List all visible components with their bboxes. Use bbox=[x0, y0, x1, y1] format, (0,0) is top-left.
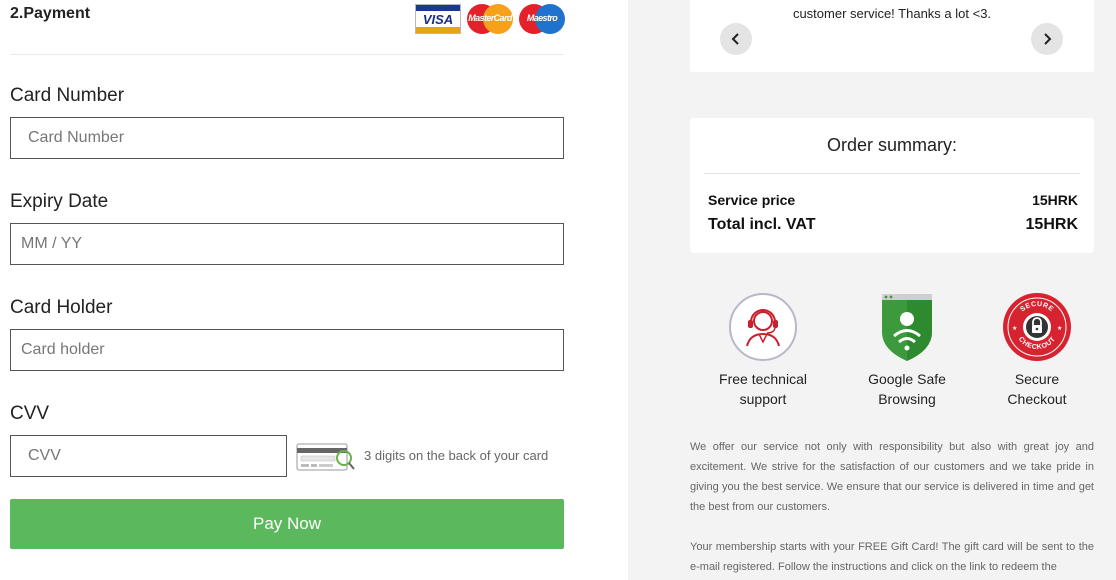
summary-row-value: 15HRK bbox=[1025, 216, 1078, 233]
summary-row-value: 15HRK bbox=[1032, 192, 1078, 208]
badge-free-support: Free technical support bbox=[698, 292, 828, 409]
info-paragraph: Your membership starts with your FREE Gi… bbox=[690, 541, 1094, 573]
cvv-input[interactable] bbox=[10, 435, 287, 477]
summary-row-label: Total incl. VAT bbox=[708, 216, 816, 233]
chevron-left-icon bbox=[731, 33, 739, 45]
summary-row-service-price: Service price 15HRK bbox=[708, 192, 1078, 208]
order-summary-title: Order summary: bbox=[826, 135, 958, 155]
divider bbox=[704, 173, 1080, 174]
chevron-right-icon bbox=[1044, 33, 1052, 45]
maestro-logo-icon: Maestro bbox=[519, 4, 565, 34]
badge-label: Free technical support bbox=[719, 371, 807, 407]
mastercard-logo-icon: MasterCard bbox=[467, 4, 513, 34]
card-number-input[interactable] bbox=[10, 117, 564, 159]
card-holder-label: Card Holder bbox=[10, 297, 113, 318]
headset-support-icon bbox=[729, 293, 797, 361]
svg-text:★: ★ bbox=[1057, 325, 1062, 332]
summary-row-total: Total incl. VAT 15HRK bbox=[708, 216, 1078, 234]
badge-secure-checkout: SECURE CHECKOUT ★ ★ Secure Checkout bbox=[972, 292, 1102, 409]
badge-label: Secure Checkout bbox=[1007, 371, 1067, 407]
testimonial-next-button[interactable] bbox=[1031, 23, 1063, 55]
badge-google-safe-browsing: Google Safe Browsing bbox=[842, 292, 972, 409]
testimonial-prev-button[interactable] bbox=[720, 23, 752, 55]
cvv-label: CVV bbox=[10, 403, 50, 424]
visa-logo-icon: VISA bbox=[415, 4, 461, 34]
shield-wifi-icon bbox=[882, 294, 932, 361]
section-title: 2.Payment bbox=[10, 5, 91, 22]
sidebar: customer service! Thanks a lot <3. Order… bbox=[628, 0, 1116, 580]
expiry-date-input[interactable] bbox=[10, 223, 564, 265]
card-number-label: Card Number bbox=[10, 85, 125, 106]
trust-badges: Free technical support Google Safe Brows… bbox=[690, 292, 1094, 412]
payment-panel: 2.Payment VISA MasterCard Maestro Card N… bbox=[0, 0, 628, 580]
expiry-date-label: Expiry Date bbox=[10, 191, 109, 212]
svg-text:★: ★ bbox=[1012, 325, 1017, 332]
info-paragraph: We offer our service not only with respo… bbox=[690, 441, 1094, 513]
cvv-hint: 3 digits on the back of your card bbox=[364, 448, 549, 463]
divider bbox=[10, 54, 564, 55]
testimonial-card: customer service! Thanks a lot <3. bbox=[690, 0, 1094, 72]
card-logos: VISA MasterCard Maestro bbox=[415, 4, 565, 34]
lock-seal-icon: SECURE CHECKOUT ★ ★ bbox=[1003, 293, 1071, 361]
pay-now-button[interactable]: Pay Now bbox=[10, 499, 564, 549]
card-back-cvv-icon bbox=[296, 443, 355, 471]
order-summary: Order summary: Service price 15HRK Total… bbox=[690, 118, 1094, 253]
testimonial-text: customer service! Thanks a lot <3. bbox=[792, 6, 992, 21]
badge-label: Google Safe Browsing bbox=[868, 371, 946, 407]
summary-row-label: Service price bbox=[708, 192, 796, 208]
card-holder-input[interactable] bbox=[10, 329, 564, 371]
